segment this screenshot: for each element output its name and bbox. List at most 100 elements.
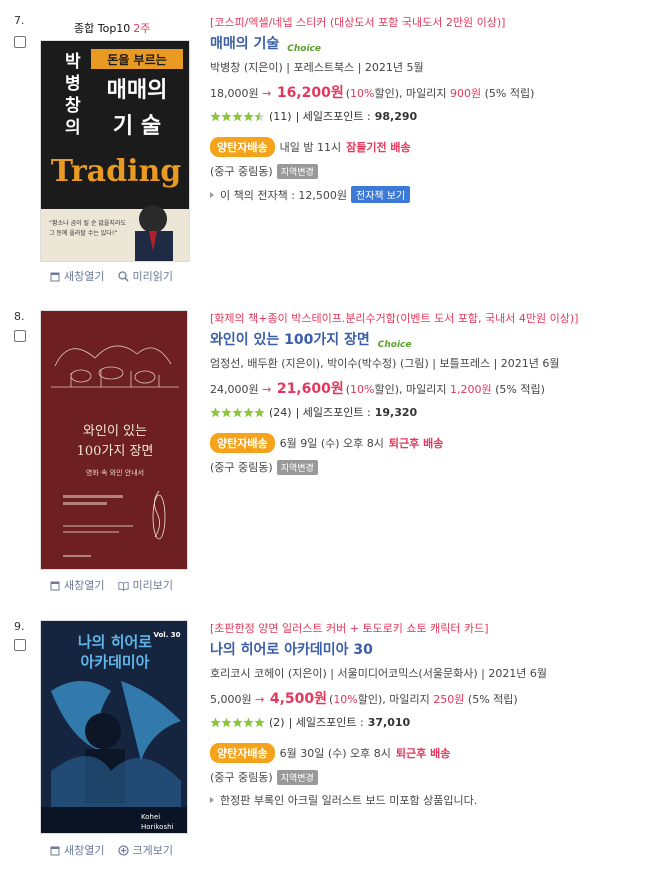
ebook-view-button[interactable]: 전자책 보기 [351, 186, 411, 203]
preview-button[interactable]: 미리보기 [118, 577, 173, 593]
carpet-delivery-badge: 양탄자배송 [210, 433, 275, 453]
review-count[interactable]: (11) [269, 110, 292, 123]
book-title[interactable]: 나의 히어로 아카데미아 30 [210, 639, 373, 659]
shipping-row: 양탄자배송 내일 밤 11시 잠들기전 배송 [210, 137, 644, 157]
book-title[interactable]: 와인이 있는 100가지 장면 [210, 329, 370, 349]
cover-volume: Vol. 30 [153, 631, 180, 639]
book-cover[interactable]: 박 병 창 의 돈을 부르는 매매의 기 술 Trading “황소나 곰이 될… [40, 40, 190, 262]
delivery-time: 6월 9일 (수) 오후 8시 [279, 437, 384, 450]
top10-badge: 종합 Top10 2주 [74, 20, 150, 36]
cover-title-line2: 아카데미아 [80, 653, 149, 671]
select-checkbox[interactable] [14, 639, 26, 651]
cover-title-line2: 매매의 [107, 78, 168, 103]
delivery-type: 퇴근후 배송 [395, 747, 451, 760]
sale-price: 16,200원 [276, 85, 344, 101]
item-note: 한정판 부록인 아크릴 일러스트 보드 미포함 상품입니다. [220, 794, 478, 807]
choice-badge: Choice [287, 44, 322, 54]
cover-title-line1: 나의 히어로 [78, 633, 152, 651]
discount-rate: 10% [333, 693, 358, 706]
sale-price: 4,500원 [269, 691, 328, 707]
change-location-button[interactable]: 지역변경 [276, 163, 318, 179]
discount-post: 할인), 마일리지 [374, 87, 447, 100]
star-icon [221, 111, 232, 121]
promo-link[interactable]: [화제의 책+종이 박스테이프.분리수거함(이벤트 도서 포함, 국내서 4만원… [210, 310, 644, 326]
location-text: (중구 중림동) [210, 771, 273, 784]
rating-row: (11) | 세일즈포인트 : 98,290 [210, 108, 644, 124]
shipping-row: 양탄자배송 6월 9일 (수) 오후 8시 퇴근후 배송 [210, 433, 644, 453]
shipping-row: 양탄자배송 6월 30일 (수) 오후 8시 퇴근후 배송 [210, 743, 644, 763]
change-location-button[interactable]: 지역변경 [276, 459, 318, 475]
rank-number: 7. [14, 14, 25, 27]
book-title-row: 와인이 있는 100가지 장면 Choice [210, 329, 644, 350]
new-window-button[interactable]: 새창열기 [50, 577, 104, 593]
star-icon [254, 111, 265, 121]
location-text: (중구 중림동) [210, 461, 273, 474]
select-checkbox[interactable] [14, 330, 26, 342]
rank-number: 9. [14, 620, 25, 633]
preview-read-button[interactable]: 미리읽기 [118, 268, 173, 284]
price-arrow: → [262, 383, 272, 396]
book-title[interactable]: 매매의 기술 [210, 33, 279, 53]
mileage-rate: (5% 적립) [484, 87, 535, 100]
price-arrow: → [255, 693, 265, 706]
book-meta: 박병창 (지은이) | 포레스트북스 | 2021년 5월 [210, 61, 424, 74]
book-info: [초판한정 양면 일러스트 커버 + 토도로키 쇼토 캐릭터 카드] 나의 히어… [210, 620, 644, 808]
change-location-button[interactable]: 지역변경 [276, 769, 318, 785]
delivery-type: 퇴근후 배송 [388, 437, 444, 450]
preview-label: 미리보기 [132, 579, 173, 592]
star-icon [210, 717, 221, 727]
cover-quote-2: 그 등에 올라탈 수는 있다!” [49, 229, 117, 237]
discount-post: 할인), 마일리지 [357, 693, 430, 706]
book-cover[interactable]: 나의 히어로 아카데미아 Vol. 30 Kohei Horikoshi [40, 620, 188, 834]
cover-author-2: Horikoshi [141, 823, 174, 831]
cover-title-line2: 100가지 장면 [77, 444, 154, 459]
cover-title-line1: 돈을 부르는 [107, 53, 166, 67]
rating-row: (2) | 세일즈포인트 : 37,010 [210, 714, 644, 730]
discount-rate: 10% [350, 383, 375, 396]
choice-badge: Choice [377, 340, 412, 350]
discount-post: 할인), 마일리지 [374, 383, 447, 396]
promo-link[interactable]: [코스피/엑셀/네넵 스티커 (대상도서 포함 국내도서 2만원 이상)] [210, 14, 644, 30]
zoom-button[interactable]: 크게보기 [118, 842, 173, 858]
book-info: [화제의 책+종이 박스테이프.분리수거함(이벤트 도서 포함, 국내서 4만원… [210, 310, 644, 475]
new-window-button[interactable]: 새창열기 [50, 842, 104, 858]
price-row: 18,000원 → 16,200원 (10%할인), 마일리지 900원 (5% … [210, 82, 644, 102]
mileage-rate: (5% 적립) [467, 693, 518, 706]
star-icon [210, 407, 221, 417]
note-row: 한정판 부록인 아크릴 일러스트 보드 미포함 상품입니다. [210, 792, 644, 808]
new-window-label: 새창열기 [64, 270, 105, 283]
delivery-type: 잠들기전 배송 [346, 141, 411, 154]
select-checkbox[interactable] [14, 36, 26, 48]
star-icon [221, 407, 232, 417]
sales-point-label: | 세일즈포인트 : [288, 716, 364, 729]
mileage-rate: (5% 적립) [495, 383, 545, 396]
delivery-time: 6월 30일 (수) 오후 8시 [279, 747, 391, 760]
star-icon [254, 407, 265, 417]
review-count[interactable]: (24) [269, 406, 292, 419]
mileage: 1,200원 [450, 383, 492, 396]
location-row: (중구 중림동) 지역변경 [210, 163, 644, 179]
price-row: 5,000원 → 4,500원 (10%할인), 마일리지 250원 (5% 적립… [210, 688, 644, 708]
star-rating [210, 111, 265, 122]
carpet-delivery-badge: 양탄자배송 [210, 137, 275, 157]
review-count[interactable]: (2) [269, 716, 285, 729]
book-title-row: 매매의 기술 Choice [210, 33, 644, 54]
top10-weeks: 2주 [133, 22, 151, 35]
location-row: (중구 중림동) 지역변경 [210, 769, 644, 785]
cover-author-1: 박 [65, 52, 81, 72]
sales-point: 98,290 [374, 109, 418, 123]
sales-point-label: | 세일즈포인트 : [295, 110, 371, 123]
ebook-row: 이 책의 전자책 : 12,500원 전자책 보기 [210, 186, 644, 203]
star-icon [210, 111, 221, 121]
cover-author-1: Kohei [141, 813, 160, 821]
book-cover[interactable]: 와인이 있는 100가지 장면 영화 속 와인 안내서 [40, 310, 188, 570]
new-window-button[interactable]: 새창열기 [50, 268, 104, 284]
plus-circle-icon [118, 844, 130, 856]
new-window-icon [50, 272, 60, 281]
zoom-label: 크게보기 [132, 844, 173, 857]
star-icon [232, 111, 243, 121]
list-price: 24,000원 [210, 383, 259, 396]
price-row: 24,000원 → 21,600원 (10%할인), 마일리지 1,200원 (5… [210, 378, 644, 398]
ebook-price: 이 책의 전자책 : 12,500원 [220, 188, 348, 202]
promo-link[interactable]: [초판한정 양면 일러스트 커버 + 토도로키 쇼토 캐릭터 카드] [210, 620, 644, 636]
